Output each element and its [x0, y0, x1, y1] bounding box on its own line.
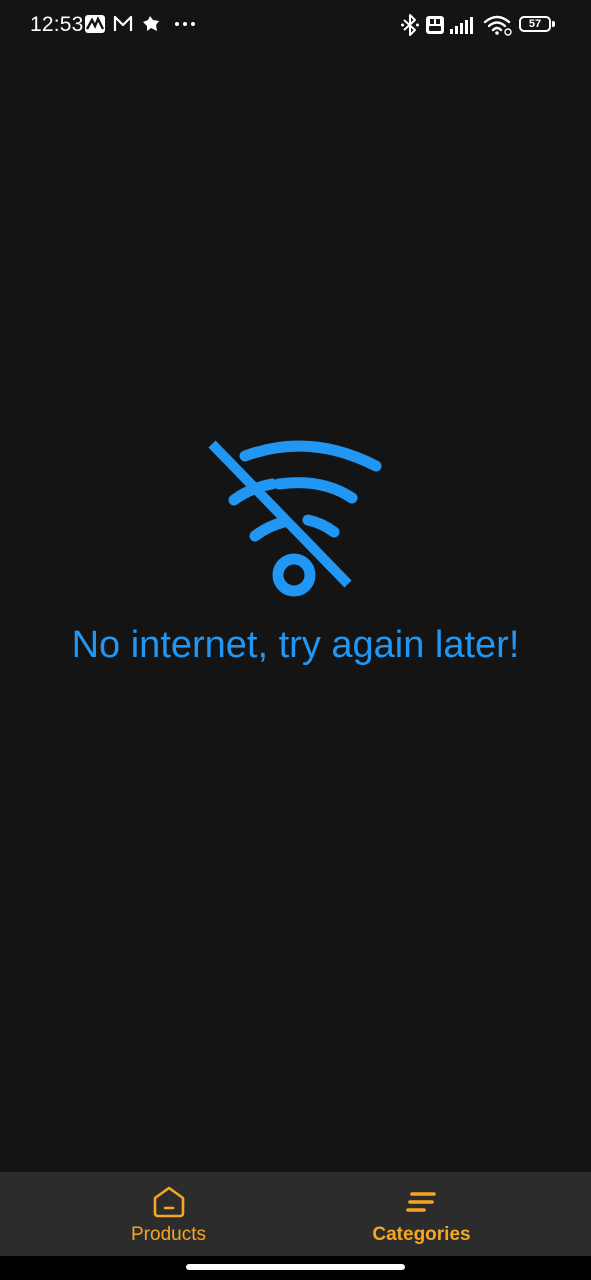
gmail-icon	[113, 15, 133, 32]
status-time: 12:53	[30, 13, 84, 36]
nav-item-products[interactable]: Products	[21, 1172, 316, 1256]
volte-icon	[425, 15, 445, 35]
more-dots-icon	[174, 16, 196, 32]
nav-label-categories: Categories	[372, 1224, 471, 1245]
wifi-icon	[483, 14, 513, 36]
bird-icon	[141, 14, 161, 34]
maps-activity-icon	[84, 14, 106, 34]
nav-item-categories[interactable]: Categories	[274, 1172, 569, 1256]
signal-icon	[449, 15, 475, 35]
error-message: No internet, try again later!	[71, 624, 520, 666]
home-icon	[151, 1184, 187, 1220]
categories-icon	[404, 1184, 440, 1220]
battery-level: 57	[528, 18, 542, 30]
battery-icon: 57	[519, 16, 555, 32]
nav-label-products: Products	[131, 1224, 206, 1245]
wifi-off-icon	[200, 432, 392, 604]
home-indicator[interactable]	[186, 1264, 405, 1270]
status-bar: 12:53 57	[0, 0, 591, 50]
bottom-navigation: Products Categories	[0, 1172, 591, 1256]
bluetooth-icon	[400, 13, 420, 37]
screen: 12:53 57 No internet, try again later! P…	[0, 0, 591, 1280]
